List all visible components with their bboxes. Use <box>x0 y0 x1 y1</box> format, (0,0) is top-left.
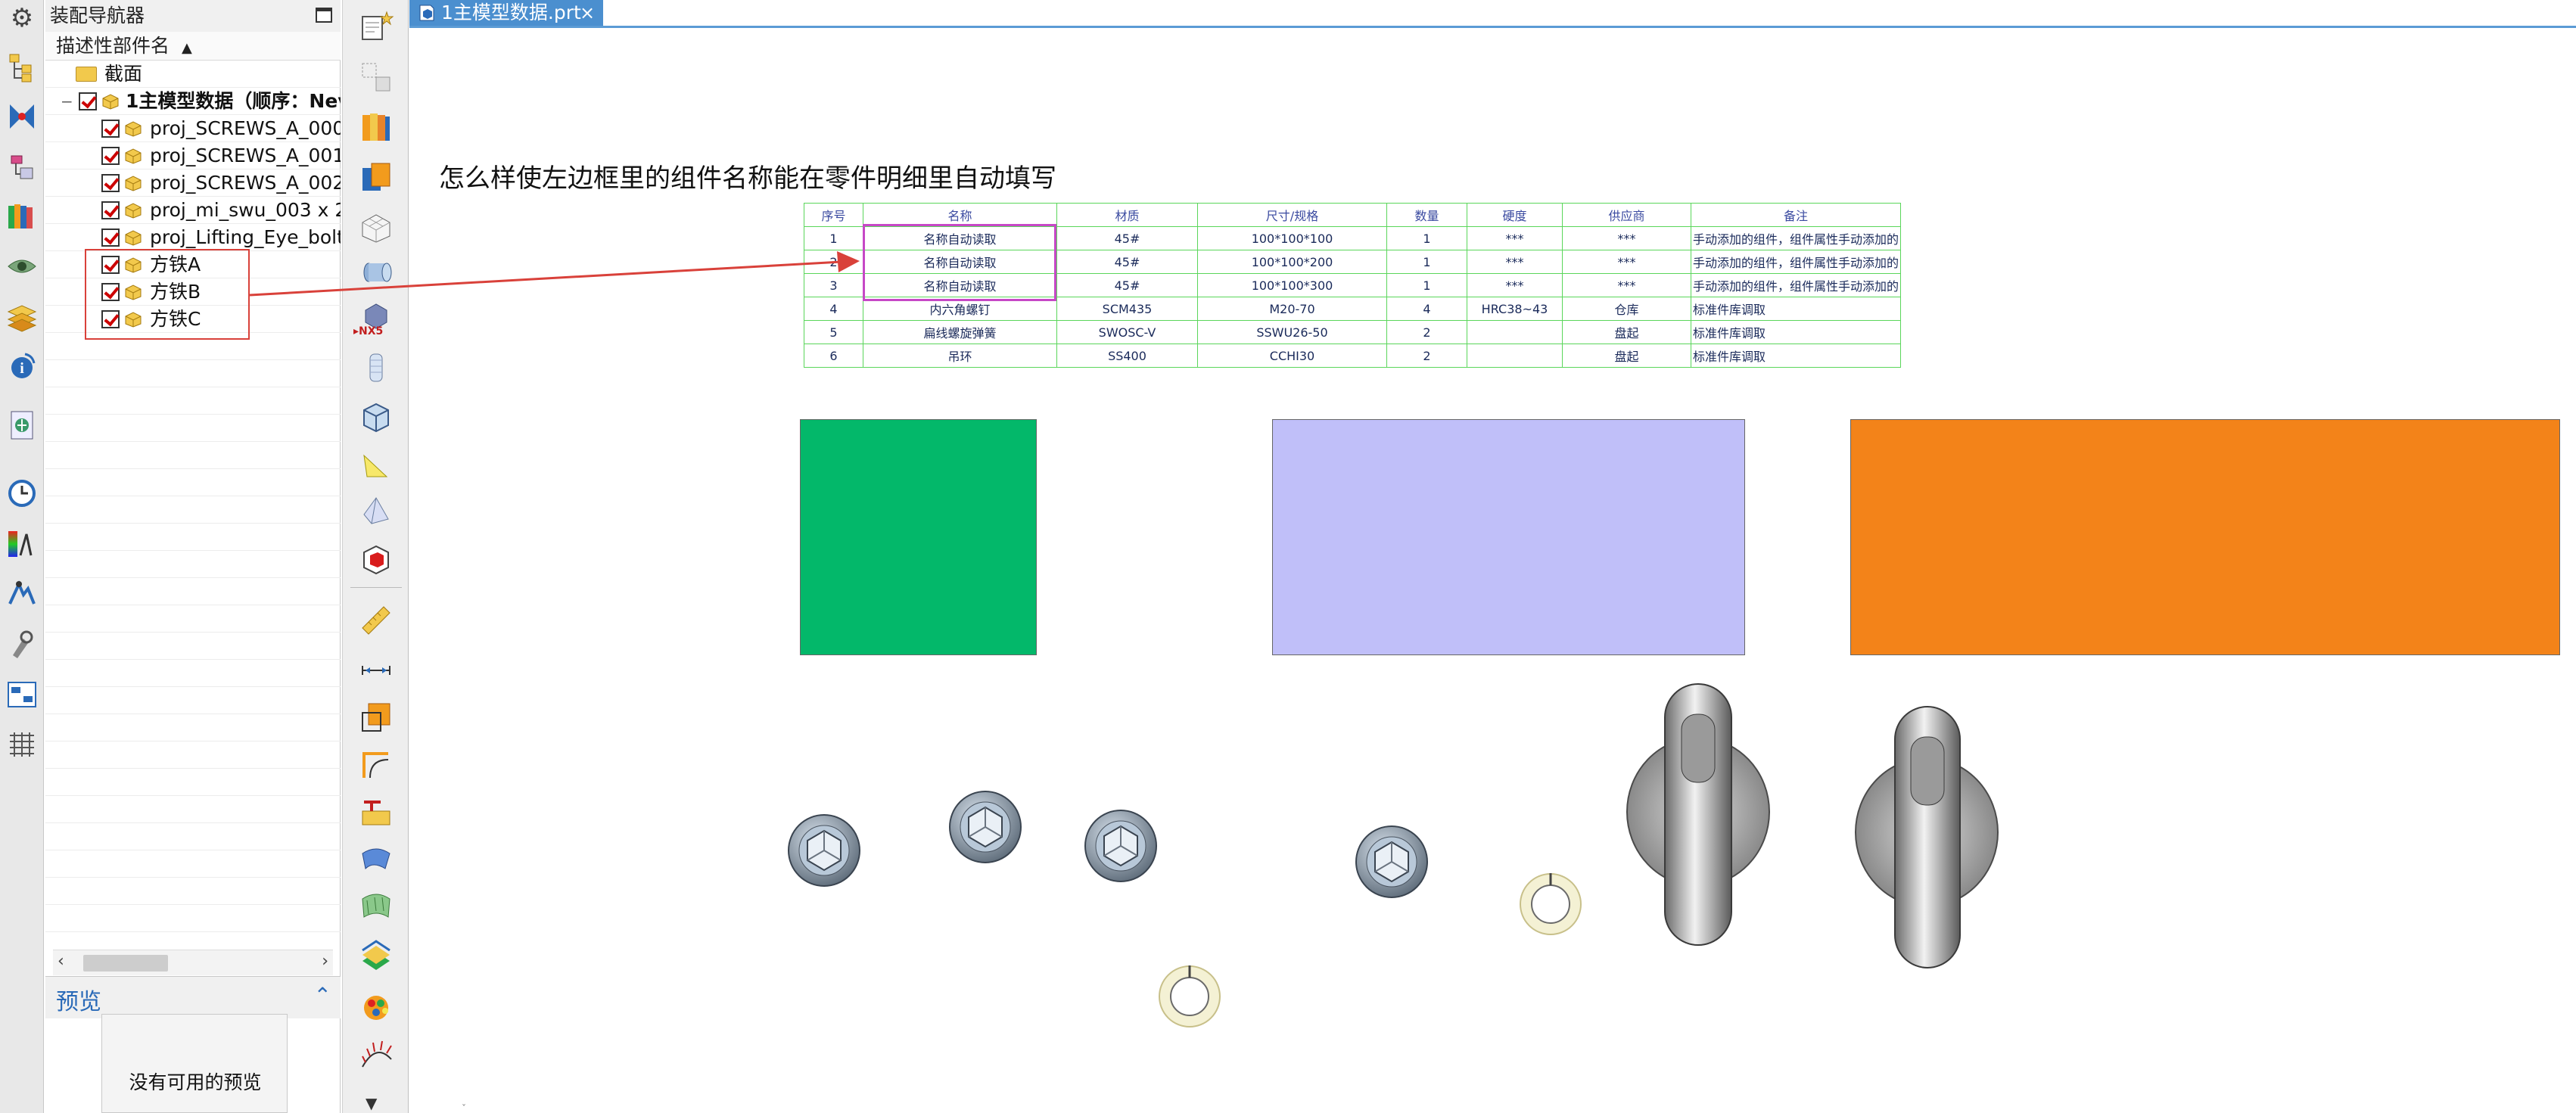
view-triad-marker: ˇ <box>462 1103 466 1113</box>
coil-spring-2[interactable] <box>1520 873 1582 935</box>
lifting-eye-bolt-2[interactable] <box>1855 706 1999 968</box>
socket-screw-3[interactable] <box>1084 810 1157 882</box>
socket-screw-1[interactable] <box>788 814 860 887</box>
coil-spring-1[interactable] <box>1159 965 1221 1028</box>
model-parts-layer <box>788 683 1999 1028</box>
lifting-eye-bolt-1[interactable] <box>1626 683 1770 946</box>
socket-screw-2[interactable] <box>949 791 1022 863</box>
nx-window: ⚙ i 装配导航器 描述性部件名 ▲ 截面 − 1主模型数据（顺序：Nev pr… <box>0 0 2576 1113</box>
socket-screw-4[interactable] <box>1355 825 1428 898</box>
